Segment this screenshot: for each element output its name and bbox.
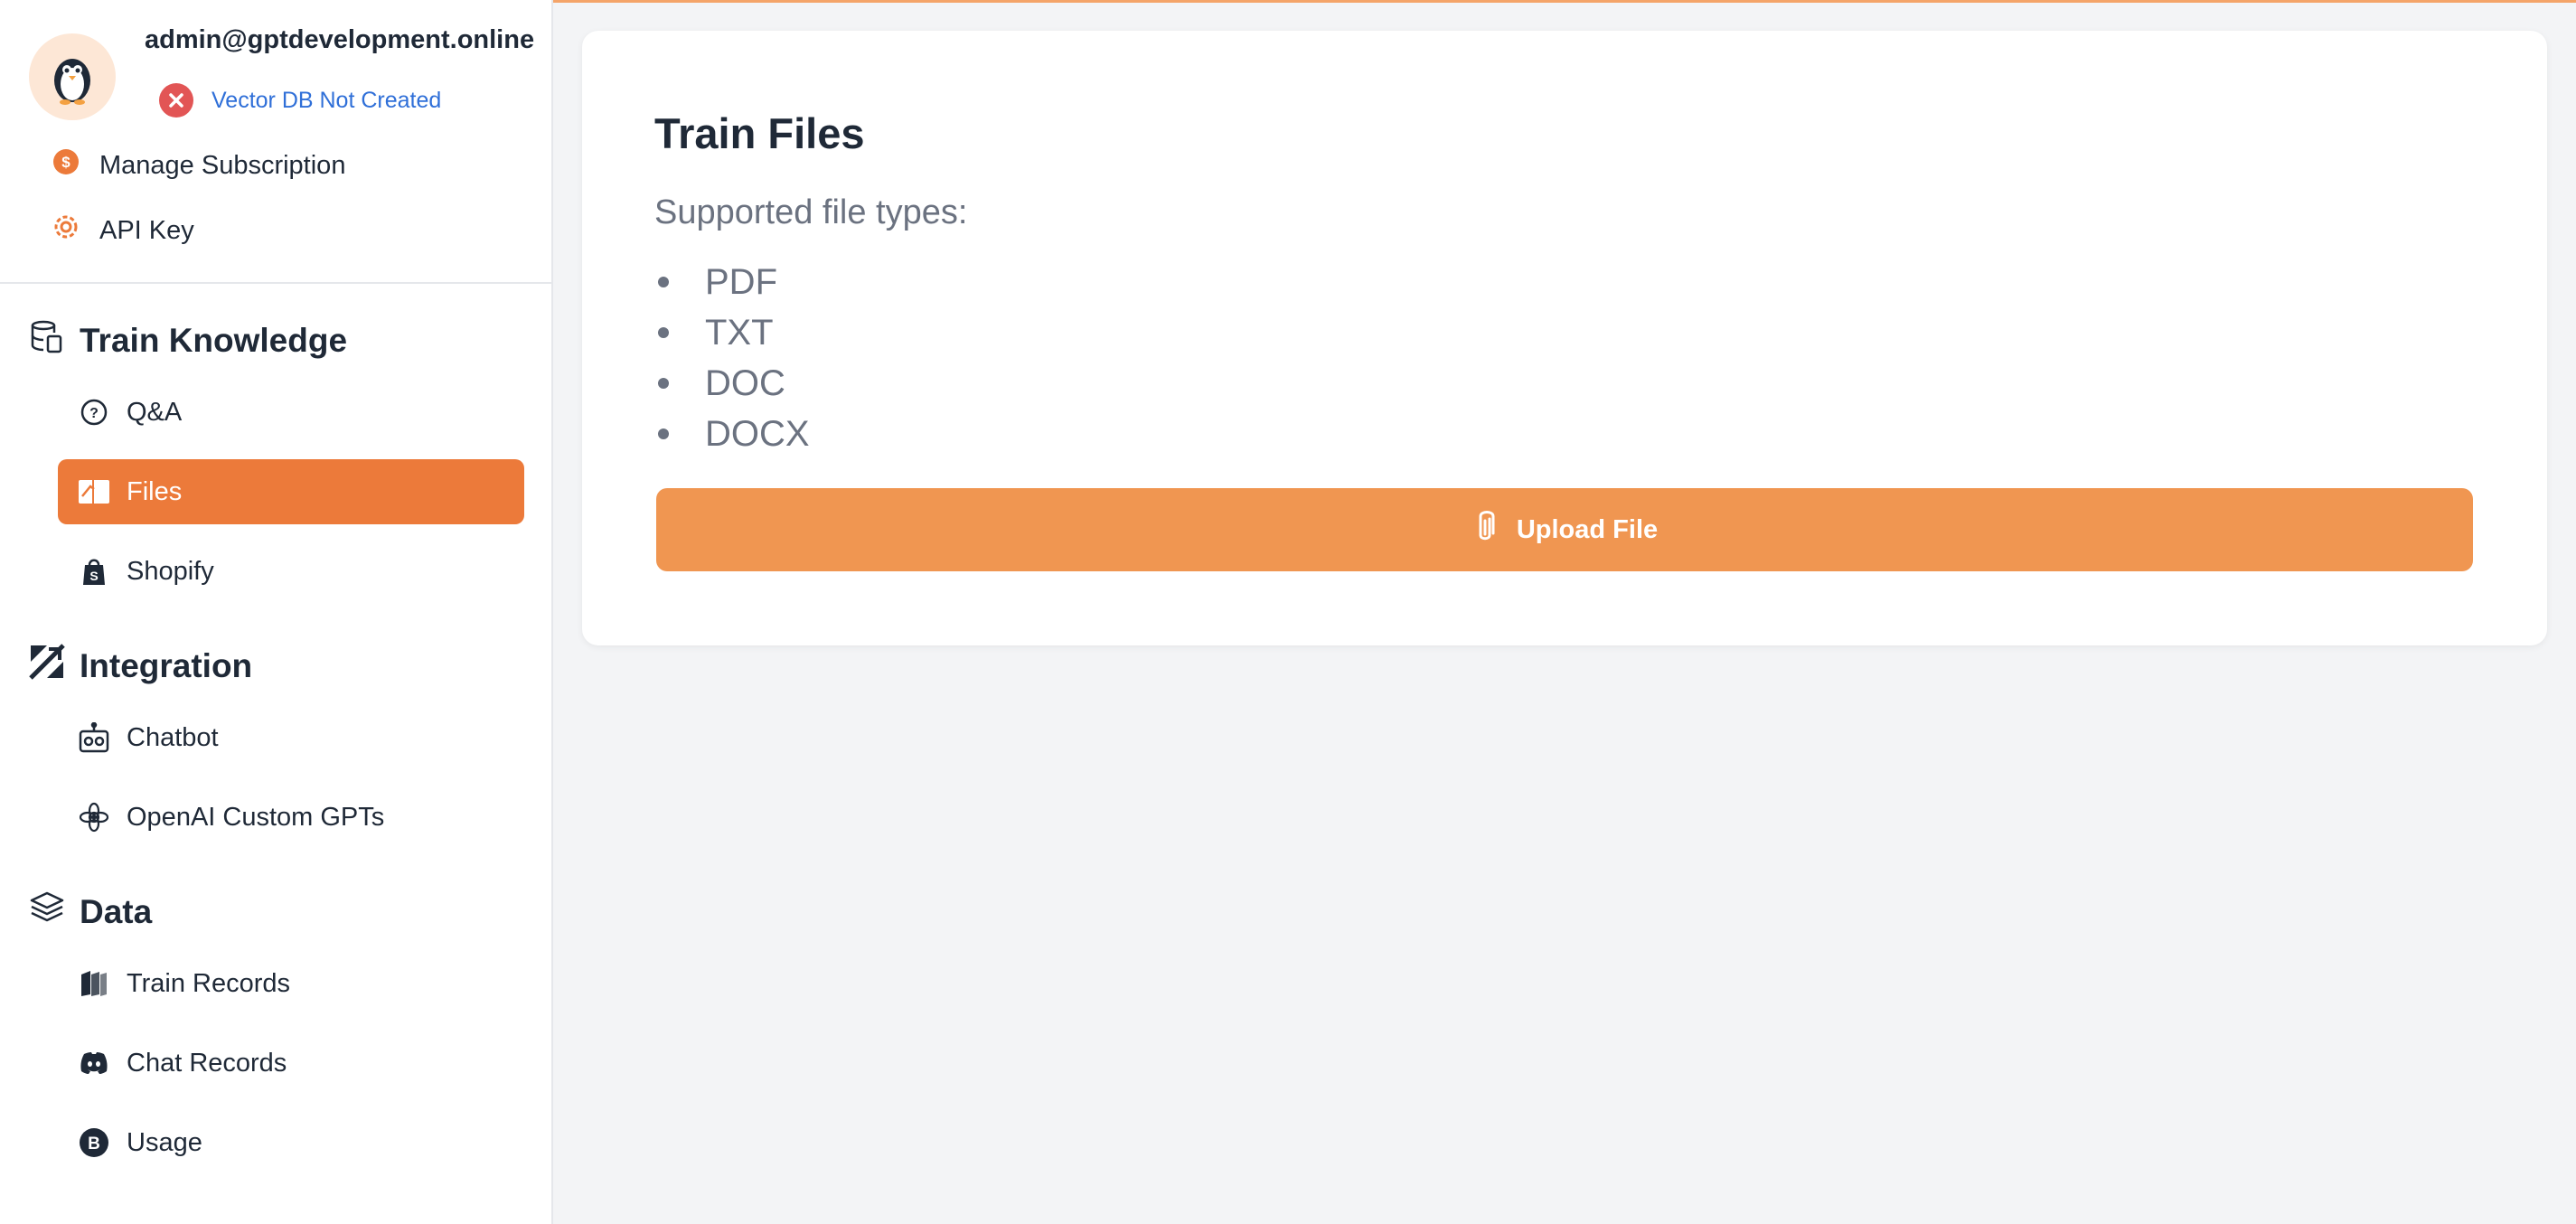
- file-type-label: DOC: [705, 362, 785, 403]
- bullet-icon: [658, 277, 669, 287]
- sidebar: admin@gptdevelopment.online Vector DB No…: [0, 0, 553, 1224]
- list-item: PDF: [654, 257, 810, 307]
- api-key-label: API Key: [99, 215, 194, 245]
- svg-text:$: $: [61, 154, 71, 171]
- section-title: Data: [80, 892, 153, 930]
- penguin-icon: [54, 59, 90, 105]
- question-circle-icon: ?: [78, 396, 110, 428]
- dollar-coin-icon: $: [52, 148, 80, 183]
- nav-item-openai-custom-gpts[interactable]: OpenAI Custom GPTs: [58, 785, 524, 850]
- nav-item-label: Chat Records: [127, 1048, 287, 1078]
- list-item: TXT: [654, 307, 810, 358]
- list-item: DOC: [654, 358, 810, 409]
- integration-icon: [29, 644, 65, 688]
- nav-item-chat-records[interactable]: Chat Records: [58, 1031, 524, 1096]
- database-file-icon: [29, 318, 65, 362]
- avatar[interactable]: [29, 33, 116, 120]
- upload-file-button[interactable]: Upload File: [656, 488, 2473, 571]
- upload-file-label: Upload File: [1516, 514, 1659, 544]
- nav-item-label: Chatbot: [127, 722, 219, 752]
- vector-db-status-text: Vector DB Not Created: [212, 87, 442, 113]
- list-item: DOCX: [654, 409, 810, 459]
- paperclip-icon: [1471, 508, 1499, 551]
- bullet-icon: [658, 428, 669, 439]
- manage-subscription-link[interactable]: $ Manage Subscription: [52, 148, 345, 183]
- svg-text:B: B: [88, 1135, 100, 1153]
- nav-item-chatbot[interactable]: Chatbot: [58, 705, 524, 770]
- page-title: Train Files: [654, 109, 865, 157]
- nav-item-files[interactable]: Files: [58, 459, 524, 524]
- gear-icon: [52, 213, 80, 248]
- shopify-bag-icon: S: [78, 555, 110, 588]
- svg-text:?: ?: [89, 406, 99, 421]
- file-type-label: TXT: [705, 312, 774, 353]
- bullet-icon: [658, 327, 669, 338]
- bullet-icon: [658, 378, 669, 389]
- file-type-label: PDF: [705, 261, 777, 302]
- file-types-list: PDF TXT DOC DOCX: [654, 257, 810, 459]
- train-files-card: Train Files Supported file types: PDF TX…: [582, 31, 2547, 645]
- nav-item-label: Q&A: [127, 397, 183, 427]
- section-title: Integration: [80, 646, 253, 684]
- nav-item-label: OpenAI Custom GPTs: [127, 802, 385, 832]
- openai-icon: [78, 801, 110, 833]
- nav-item-usage[interactable]: B Usage: [58, 1110, 524, 1175]
- account-email: admin@gptdevelopment.online: [145, 25, 535, 54]
- section-integration: Integration: [29, 644, 252, 688]
- layers-icon: [29, 890, 65, 934]
- section-data: Data: [29, 890, 152, 934]
- nav-item-qa[interactable]: ? Q&A: [58, 380, 524, 445]
- section-train-knowledge: Train Knowledge: [29, 318, 347, 362]
- vector-db-status[interactable]: Vector DB Not Created: [159, 83, 441, 118]
- nav-item-train-records[interactable]: Train Records: [58, 951, 524, 1016]
- bitcoin-icon: B: [78, 1126, 110, 1159]
- api-key-link[interactable]: API Key: [52, 213, 194, 248]
- files-icon: [78, 475, 110, 508]
- nav-item-label: Train Records: [127, 968, 291, 998]
- robot-icon: [78, 721, 110, 754]
- nav-item-label: Files: [127, 476, 183, 506]
- file-type-label: DOCX: [705, 413, 810, 454]
- svg-text:S: S: [89, 569, 98, 583]
- error-x-icon: [159, 83, 193, 118]
- discord-icon: [78, 1047, 110, 1079]
- section-title: Train Knowledge: [80, 321, 348, 359]
- nav-item-label: Usage: [127, 1127, 202, 1157]
- manage-subscription-label: Manage Subscription: [99, 150, 346, 180]
- sidebar-divider: [0, 282, 551, 284]
- nav-item-label: Shopify: [127, 556, 214, 586]
- supported-types-heading: Supported file types:: [654, 193, 968, 231]
- records-stack-icon: [78, 967, 110, 1000]
- nav-item-shopify[interactable]: S Shopify: [58, 539, 524, 604]
